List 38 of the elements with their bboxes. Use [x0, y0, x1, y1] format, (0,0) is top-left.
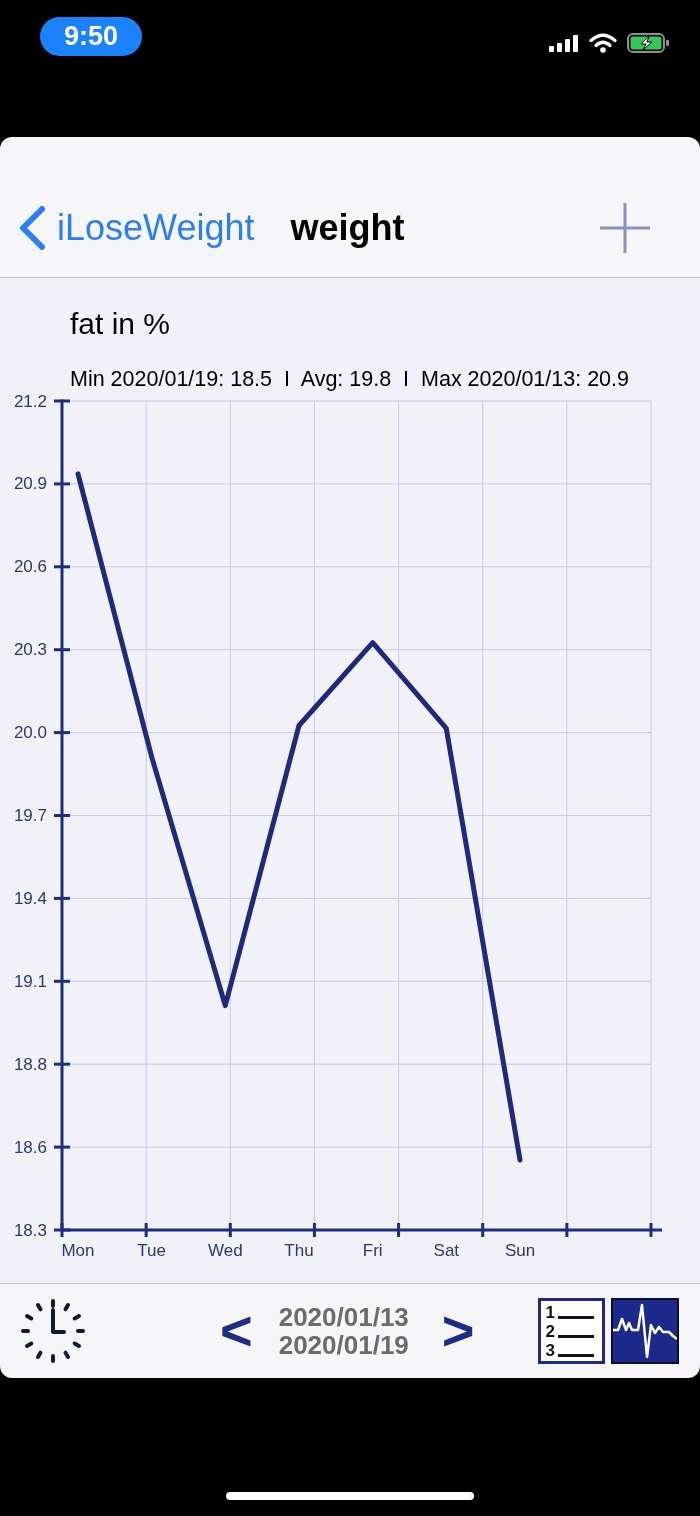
clock-icon [20, 1298, 86, 1364]
battery-charging-icon [627, 33, 670, 53]
screen-title: weight [290, 210, 405, 246]
x-tick-label: Mon [61, 1240, 95, 1260]
y-tick-label: 18.6 [13, 1137, 47, 1157]
date-range-start: 2020/01/13 [278, 1303, 409, 1331]
wifi-icon [589, 33, 617, 53]
x-tick-label: Tue [137, 1240, 166, 1260]
chart-title: fat in % [70, 307, 171, 341]
x-tick-label: Fri [362, 1240, 383, 1260]
status-time: 9:50 [40, 17, 142, 56]
back-button[interactable]: iLoseWeight [18, 206, 255, 250]
x-tick-label: Thu [284, 1240, 314, 1260]
plus-icon [600, 203, 650, 253]
back-chevron-icon [18, 206, 46, 250]
y-tick-label: 21.2 [13, 391, 47, 411]
y-tick-label: 19.7 [13, 806, 47, 825]
y-tick-label: 20.9 [13, 474, 47, 494]
y-tick-label: 20.0 [13, 723, 47, 743]
date-range-end: 2020/01/19 [278, 1331, 409, 1359]
x-tick-label: Sun [504, 1240, 536, 1260]
y-tick-label: 18.8 [13, 1054, 47, 1074]
x-tick-label: Wed [208, 1240, 243, 1260]
x-tick-label: Sat [433, 1240, 460, 1260]
signal-bars-icon [549, 34, 579, 52]
chart-view-button[interactable] [610, 1298, 679, 1364]
previous-week-button[interactable]: < [220, 1303, 253, 1359]
y-tick-label: 20.3 [13, 640, 47, 660]
next-week-button[interactable]: > [441, 1303, 475, 1359]
y-tick-label: 18.3 [13, 1220, 47, 1240]
clock-button[interactable] [20, 1298, 86, 1364]
chart-summary: Min 2020/01/19: 18.5 I Avg: 19.8 I Max 2020/01/13: 20.9 [70, 367, 629, 391]
add-button[interactable] [600, 203, 650, 253]
pulse-line-icon [612, 1303, 677, 1359]
numbered-list-button[interactable]: 1 2 3 [537, 1298, 605, 1364]
y-tick-label: 19.4 [13, 888, 47, 908]
y-tick-label: 19.1 [13, 971, 47, 991]
y-tick-label: 20.6 [13, 557, 47, 577]
